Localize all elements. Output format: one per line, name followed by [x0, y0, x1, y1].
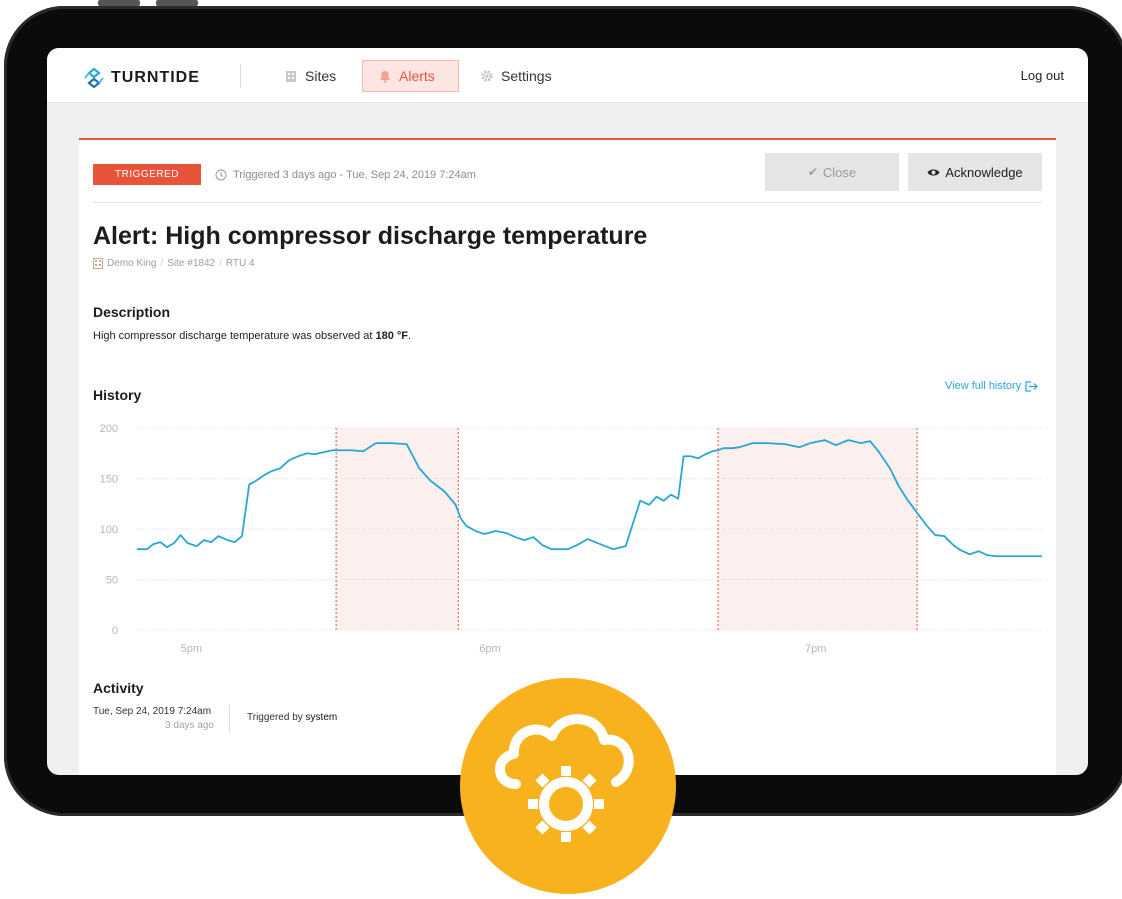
activity-divider: [229, 705, 230, 733]
breadcrumb-item-company[interactable]: Demo King: [107, 258, 156, 269]
breadcrumb-item-site[interactable]: Site #1842: [167, 258, 215, 269]
cloud-gear-icon: [495, 714, 634, 842]
breadcrumb: Demo King / Site #1842 / RTU 4: [93, 258, 255, 269]
check-icon: ✔: [807, 165, 818, 179]
history-chart: 0 50 100 150 200 5pm 6pm 7pm: [100, 423, 1042, 655]
logout-link[interactable]: Log out: [1021, 68, 1064, 83]
logo-text: TURNTIDE: [111, 69, 200, 86]
header-divider: [93, 202, 1042, 203]
x-tick-label: 6pm: [479, 643, 500, 655]
status-badge: TRIGGERED: [93, 164, 201, 185]
close-button-label: Close: [822, 164, 857, 180]
building-icon: [286, 70, 296, 82]
triggered-text: Triggered 3 days ago - Tue, Sep 24, 2019…: [232, 168, 476, 181]
eye-icon: [927, 169, 940, 175]
y-tick-label: 50: [106, 575, 118, 587]
nav-item-label: Sites: [305, 68, 337, 84]
nav-item-alerts[interactable]: Alerts: [362, 60, 459, 92]
activity-ago: 3 days ago: [165, 720, 214, 731]
close-button[interactable]: ✔ Close: [765, 153, 899, 191]
turntide-logo-icon: [84, 67, 104, 89]
activity-date: Tue, Sep 24, 2019 7:24am: [93, 706, 212, 717]
description-text: High compressor discharge temperature wa…: [93, 330, 411, 342]
activity-actor: system: [305, 712, 338, 723]
observed-value: 180 °F: [375, 330, 408, 342]
clock-icon: [215, 169, 227, 180]
nav-item-label: Settings: [501, 68, 552, 84]
description-heading: Description: [93, 304, 171, 320]
alert-title: Alert: High compressor discharge tempera…: [93, 222, 648, 250]
device-frame: TURNTIDE Sites Alerts Settings Log out T…: [0, 0, 1122, 894]
gear-icon: [481, 70, 493, 82]
alert-status-row: TRIGGERED Triggered 3 days ago - Tue, Se…: [93, 164, 476, 185]
nav-item-label: Alerts: [399, 68, 435, 84]
history-heading: History: [93, 387, 142, 403]
activity-heading: Activity: [93, 680, 144, 696]
x-tick-label: 5pm: [181, 643, 202, 655]
nav-item-settings[interactable]: Settings: [465, 60, 568, 92]
y-tick-label: 200: [100, 423, 118, 435]
acknowledge-button[interactable]: Acknowledge: [908, 153, 1042, 191]
y-tick-label: 150: [100, 474, 118, 486]
turntide-logo[interactable]: TURNTIDE: [83, 67, 200, 89]
breadcrumb-separator: /: [219, 258, 222, 269]
y-tick-label: 0: [112, 625, 118, 637]
triggered-info: Triggered 3 days ago - Tue, Sep 24, 2019…: [215, 169, 476, 181]
external-arrow-icon: [1025, 380, 1039, 392]
x-tick-label: 7pm: [805, 643, 826, 655]
cloud-gear-badge: [460, 678, 676, 894]
y-tick-label: 100: [100, 524, 118, 536]
activity-text: Triggered by system: [247, 712, 337, 723]
acknowledge-button-label: Acknowledge: [945, 164, 1023, 180]
app-screen: TURNTIDE Sites Alerts Settings Log out T…: [47, 48, 1088, 775]
top-nav: TURNTIDE Sites Alerts Settings Log out: [47, 48, 1088, 103]
nav-item-sites[interactable]: Sites: [269, 60, 352, 92]
view-full-history-link[interactable]: View full history: [945, 380, 1039, 392]
nav-divider: [240, 64, 241, 88]
breadcrumb-item-unit[interactable]: RTU 4: [226, 258, 255, 269]
description-suffix: .: [408, 330, 412, 342]
building-icon: [93, 258, 103, 269]
activity-prefix: Triggered by: [247, 712, 306, 723]
breadcrumb-separator: /: [160, 258, 164, 269]
view-full-history-label: View full history: [945, 380, 1022, 392]
bell-icon: [380, 70, 390, 83]
alert-window-highlight: [336, 428, 459, 630]
description-prefix: High compressor discharge temperature wa…: [93, 330, 376, 342]
